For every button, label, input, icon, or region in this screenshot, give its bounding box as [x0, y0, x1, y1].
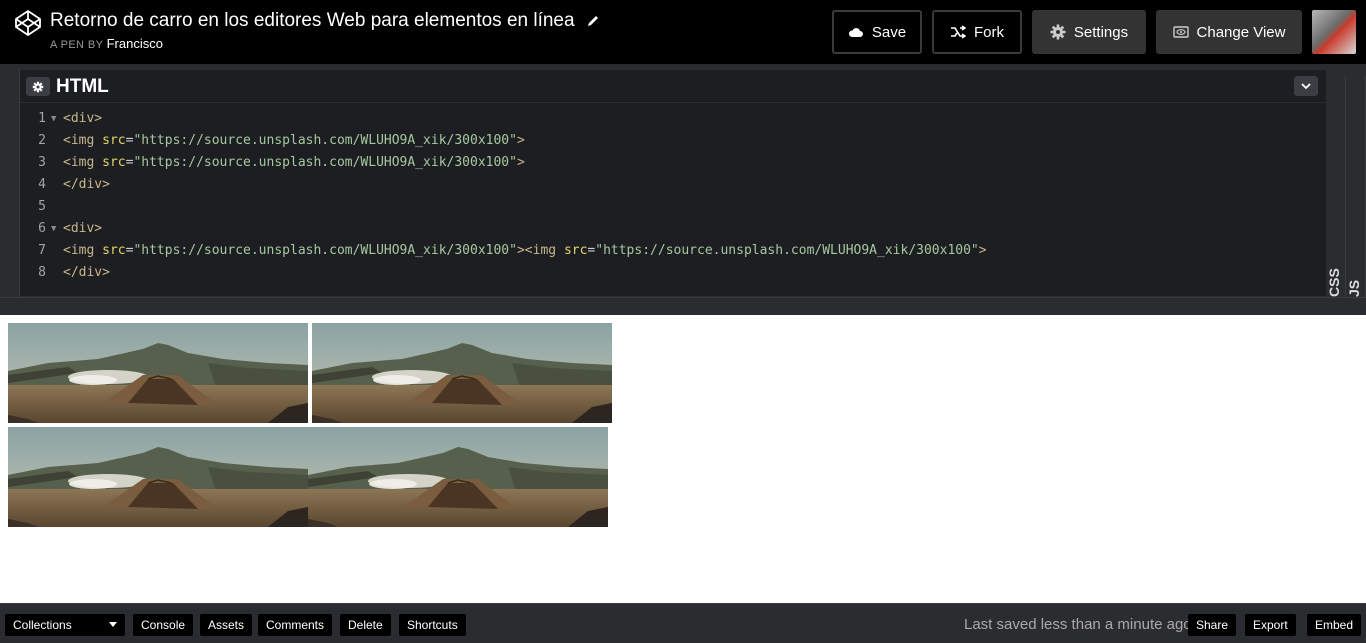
- export-button[interactable]: Export: [1245, 614, 1296, 636]
- line-number: 5: [38, 199, 46, 214]
- collections-dropdown[interactable]: Collections: [5, 614, 125, 636]
- fold-toggle-icon[interactable]: ▼: [51, 218, 56, 240]
- code-token: <div>: [63, 221, 103, 236]
- code-token: "https://source.unsplash.com/WLUHO9A_xik…: [133, 155, 517, 170]
- code-token: src: [102, 155, 126, 170]
- editor-left-resizer[interactable]: [0, 68, 20, 297]
- collections-label: Collections: [13, 618, 72, 632]
- preview-image: [8, 427, 308, 527]
- console-button[interactable]: Console: [133, 614, 194, 636]
- code-text[interactable]: <div>: [63, 218, 102, 240]
- code-token: src: [102, 133, 126, 148]
- settings-button[interactable]: Settings: [1032, 10, 1146, 54]
- line-number: 7: [38, 243, 46, 258]
- volcano-landscape-image: [312, 323, 612, 423]
- line-number: 3: [38, 155, 46, 170]
- save-button[interactable]: Save: [832, 10, 922, 54]
- code-token: </div>: [63, 177, 110, 192]
- gear-icon: [1050, 24, 1066, 40]
- save-status: Last saved less than a minute ago: [964, 616, 1192, 633]
- editor-preview-resizer[interactable]: [0, 297, 1366, 315]
- line-number: 6: [38, 221, 46, 236]
- code-text[interactable]: <img src="https://source.unsplash.com/WL…: [63, 130, 525, 152]
- share-button[interactable]: Share: [1188, 614, 1237, 636]
- editor-header: HTML: [20, 70, 1326, 103]
- code-token: </div>: [63, 265, 110, 280]
- line-number: 8: [38, 265, 46, 280]
- fork-label: Fork: [974, 23, 1004, 41]
- code-token: >: [978, 243, 987, 258]
- code-text[interactable]: </div>: [63, 174, 110, 196]
- chevron-down-icon: [1301, 83, 1311, 90]
- user-avatar[interactable]: [1312, 10, 1356, 54]
- byline: A PEN BY Francisco: [50, 36, 600, 51]
- save-label: Save: [871, 23, 907, 41]
- code-token: ><img: [516, 243, 564, 258]
- change-view-button[interactable]: Change View: [1156, 10, 1302, 54]
- pen-title-block: Retorno de carro en los editores Web par…: [50, 9, 600, 51]
- code-token: >: [516, 133, 525, 148]
- line-number: 4: [38, 177, 46, 192]
- cloud-icon: [848, 28, 863, 37]
- code-text[interactable]: <img src="https://source.unsplash.com/WL…: [63, 152, 525, 174]
- preview-image: [8, 323, 308, 423]
- code-text[interactable]: <img src="https://source.unsplash.com/WL…: [63, 240, 987, 262]
- code-token: "https://source.unsplash.com/WLUHO9A_xik…: [133, 133, 517, 148]
- tab-css[interactable]: CSS: [1326, 76, 1346, 297]
- fork-icon: [951, 25, 966, 39]
- delete-button[interactable]: Delete: [340, 614, 391, 636]
- code-text[interactable]: <div>: [63, 108, 102, 130]
- code-text[interactable]: </div>: [63, 262, 110, 284]
- settings-label: Settings: [1073, 23, 1129, 41]
- gear-icon: [32, 81, 44, 92]
- view-icon: [1172, 26, 1189, 38]
- tab-js[interactable]: JS: [1346, 76, 1366, 297]
- assets-button[interactable]: Assets: [200, 614, 253, 636]
- preview-image: [312, 323, 612, 423]
- fork-button[interactable]: Fork: [932, 10, 1022, 54]
- embed-button[interactable]: Embed: [1307, 614, 1362, 636]
- change-view-label: Change View: [1196, 23, 1286, 41]
- pencil-icon[interactable]: [586, 14, 600, 28]
- editor-title: HTML: [56, 76, 109, 97]
- volcano-landscape-image: [8, 323, 308, 423]
- header-bar: Retorno de carro en los editores Web par…: [0, 0, 1366, 64]
- author-link[interactable]: Francisco: [107, 36, 163, 51]
- code-token: src: [102, 243, 126, 258]
- editor-collapse-button[interactable]: [1294, 76, 1318, 96]
- shortcuts-button[interactable]: Shortcuts: [399, 614, 466, 636]
- comments-button[interactable]: Comments: [258, 614, 333, 636]
- line-number: 1: [38, 111, 46, 126]
- codepen-logo-icon[interactable]: [14, 9, 42, 37]
- code-token: src: [563, 243, 588, 258]
- code-token: >: [516, 155, 525, 170]
- editor-settings-button[interactable]: [26, 77, 50, 96]
- volcano-landscape-image: [8, 427, 308, 527]
- code-token: "https://source.unsplash.com/WLUHO9A_xik…: [595, 243, 979, 258]
- code-token: "https://source.unsplash.com/WLUHO9A_xik…: [133, 243, 517, 258]
- byline-prefix: A PEN BY: [50, 39, 104, 51]
- code-token: <img: [63, 243, 103, 258]
- pen-title-row[interactable]: Retorno de carro en los editores Web par…: [50, 9, 600, 33]
- pen-title[interactable]: Retorno de carro en los editores Web par…: [50, 10, 575, 31]
- preview-image: [308, 427, 608, 527]
- footer-bar: Collections Console Assets Comments Dele…: [0, 603, 1366, 643]
- preview-pane: [0, 315, 1366, 603]
- volcano-landscape-image: [308, 427, 608, 527]
- code-token: <img: [63, 155, 103, 170]
- caret-down-icon: [109, 622, 117, 627]
- collapsed-editors: CSS JS: [1326, 68, 1366, 297]
- code-token: <img: [63, 133, 103, 148]
- line-number: 2: [38, 133, 46, 148]
- html-editor[interactable]: HTML 1 ▼ <div> 2 <img src="https://source.un…: [20, 70, 1326, 296]
- code-token: <div>: [63, 111, 103, 126]
- fold-toggle-icon[interactable]: ▼: [51, 108, 56, 130]
